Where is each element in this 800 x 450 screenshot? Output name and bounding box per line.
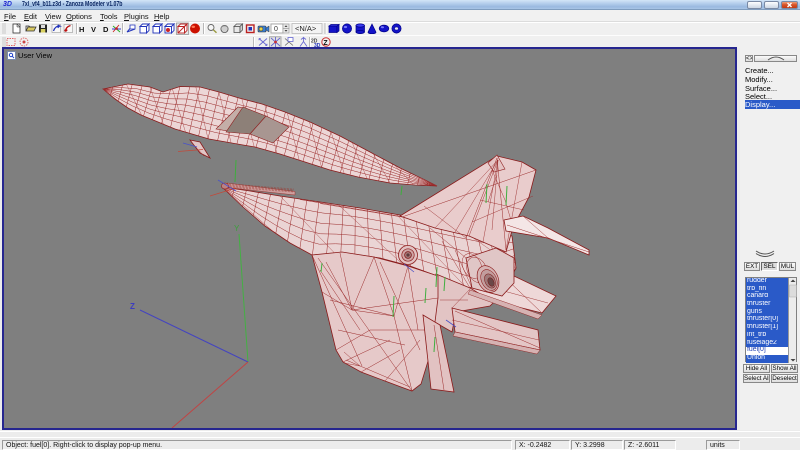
- svg-text:Z: Z: [323, 40, 328, 47]
- svg-text:<N/A>: <N/A>: [295, 24, 317, 33]
- svg-text:D: D: [103, 25, 109, 34]
- svg-text:Y: Y: [234, 224, 240, 233]
- svg-text:H: H: [79, 25, 84, 34]
- svg-text:V: V: [91, 25, 96, 34]
- svg-text:0: 0: [274, 26, 278, 33]
- svg-text:Z: Z: [130, 302, 135, 311]
